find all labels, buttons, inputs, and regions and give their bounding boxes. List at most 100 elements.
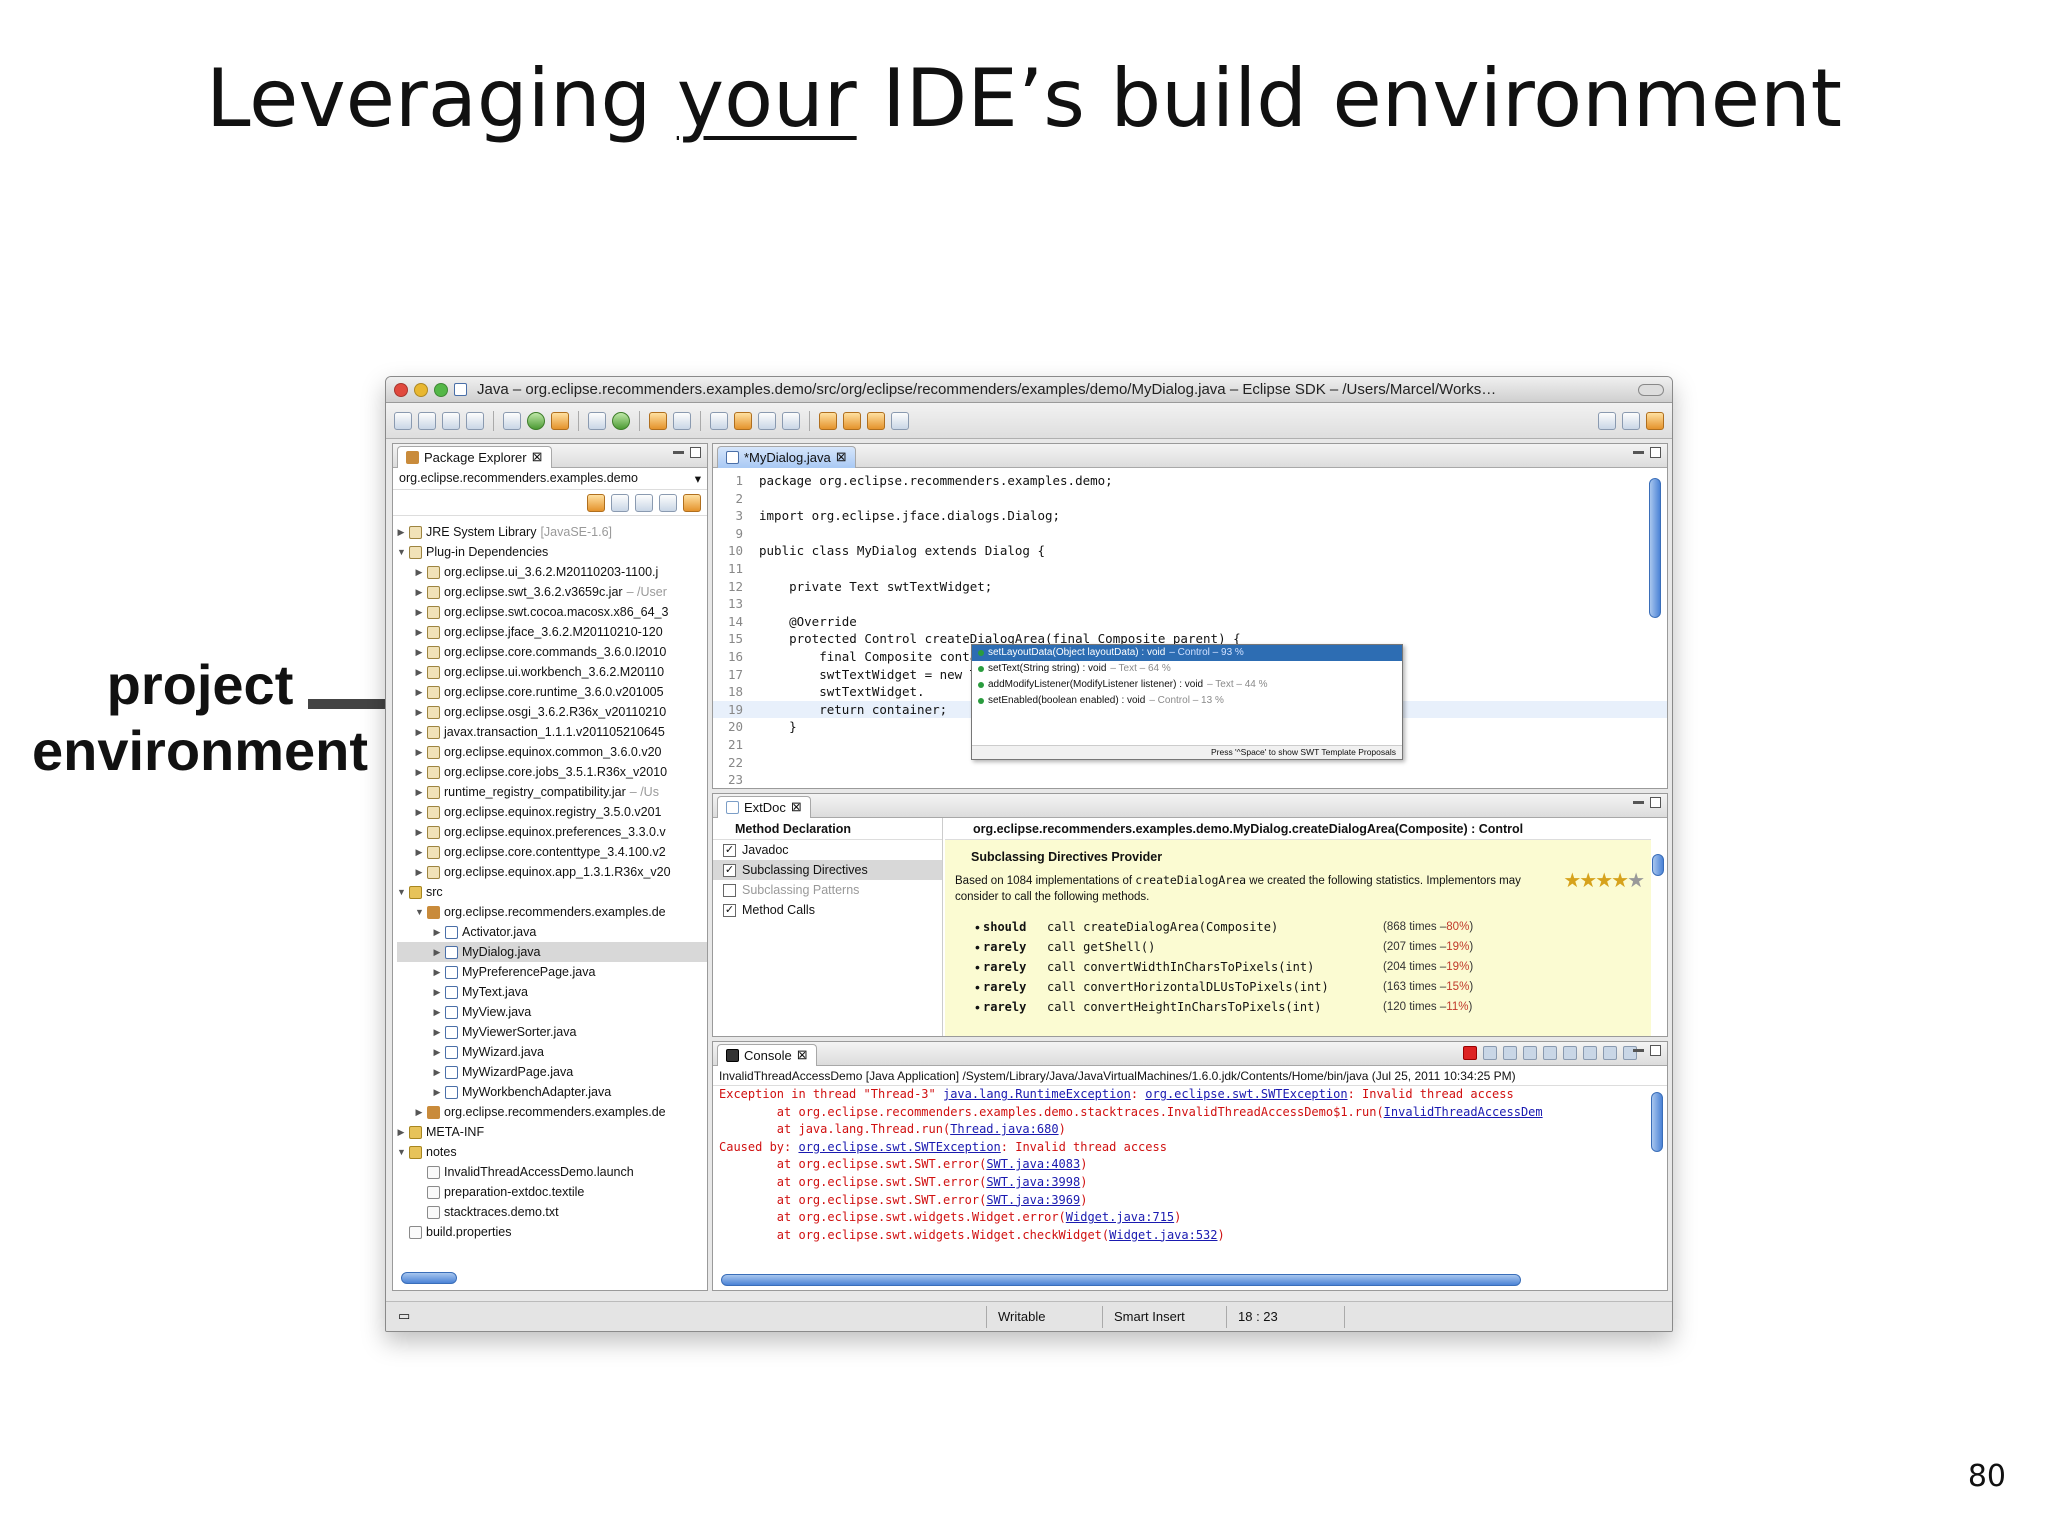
tree-item[interactable]: ▶ org.eclipse.core.jobs_3.5.1.R36x_v2010 xyxy=(397,762,707,782)
maximize-view-icon[interactable] xyxy=(1650,1045,1661,1056)
show-whitespace-icon[interactable] xyxy=(758,411,776,430)
provider-checkbox[interactable]: ✓ xyxy=(723,863,736,877)
tree-item[interactable]: ▶ META-INF xyxy=(397,1122,707,1142)
tree-item[interactable]: ▶ MyView.java xyxy=(397,1002,707,1022)
tree-item[interactable]: ▶ MyText.java xyxy=(397,982,707,1002)
provider-checkbox[interactable]: ✓ xyxy=(723,903,736,917)
expand-toggle-icon[interactable]: ▶ xyxy=(433,922,441,942)
stacktrace-link[interactable]: Widget.java:715 xyxy=(1066,1210,1174,1224)
vertical-scrollbar[interactable] xyxy=(1649,478,1661,618)
link-with-editor-icon[interactable] xyxy=(635,493,653,512)
minimize-view-icon[interactable] xyxy=(1633,1049,1644,1052)
run-icon[interactable] xyxy=(527,411,545,430)
word-wrap-icon[interactable] xyxy=(1563,1046,1577,1060)
stacktrace-link[interactable]: InvalidThreadAccessDem xyxy=(1384,1105,1543,1119)
scroll-lock-icon[interactable] xyxy=(1543,1046,1557,1060)
expand-toggle-icon[interactable]: ▼ xyxy=(397,542,406,562)
expand-toggle-icon[interactable]: ▶ xyxy=(415,562,423,582)
print-icon[interactable] xyxy=(466,411,484,430)
stacktrace-link[interactable]: SWT.java:4083 xyxy=(986,1157,1080,1171)
expand-toggle-icon[interactable]: ▼ xyxy=(397,882,406,902)
tab-console[interactable]: Console ⊠ xyxy=(717,1043,817,1066)
expand-toggle-icon[interactable]: ▶ xyxy=(433,1082,441,1102)
rating-stars[interactable]: ★★★★★ xyxy=(1563,868,1645,893)
toolbar-toggle-button[interactable] xyxy=(1638,383,1664,396)
autocomplete-item[interactable]: addModifyListener(ModifyListener listene… xyxy=(972,677,1402,693)
java-perspective-icon[interactable] xyxy=(1646,411,1664,430)
expand-toggle-icon[interactable]: ▼ xyxy=(415,902,424,922)
tree-item[interactable]: ▶ org.eclipse.core.runtime_3.6.0.v201005 xyxy=(397,682,707,702)
terminate-icon[interactable] xyxy=(1463,1046,1477,1060)
debug-icon[interactable] xyxy=(503,411,521,430)
tree-item[interactable]: ▶ org.eclipse.swt.cocoa.macosx.x86_64_3 xyxy=(397,602,707,622)
expand-toggle-icon[interactable]: ▶ xyxy=(433,1022,441,1042)
provider-item[interactable]: ✓ Subclassing Directives xyxy=(713,860,942,880)
tree-item[interactable]: ▶ JRE System Library [JavaSE-1.6] xyxy=(397,522,707,542)
tree-item[interactable]: ▼ src xyxy=(397,882,707,902)
star-icon[interactable]: ★ xyxy=(1563,870,1581,892)
tree-item[interactable]: ▶ org.eclipse.ui.workbench_3.6.2.M20110 xyxy=(397,662,707,682)
close-window-button[interactable] xyxy=(394,382,408,397)
tree-item[interactable]: ▶ org.eclipse.jface_3.6.2.M20110210-120 xyxy=(397,622,707,642)
tree-item[interactable]: InvalidThreadAccessDemo.launch xyxy=(397,1162,707,1182)
minimize-window-button[interactable] xyxy=(414,382,428,397)
tree-item[interactable]: build.properties xyxy=(397,1222,707,1242)
close-icon[interactable]: ⊠ xyxy=(836,449,847,465)
close-icon[interactable]: ⊠ xyxy=(532,449,543,465)
tree-item[interactable]: ▶ org.eclipse.recommenders.examples.de xyxy=(397,1102,707,1122)
horizontal-scrollbar[interactable] xyxy=(721,1274,1521,1286)
view-menu-icon[interactable] xyxy=(683,493,701,512)
tree-item[interactable]: ▶ org.eclipse.equinox.common_3.6.0.v20 xyxy=(397,742,707,762)
provider-checkbox[interactable] xyxy=(723,883,736,897)
autocomplete-item[interactable]: setText(String string) : void – Text – 6… xyxy=(972,661,1402,677)
expand-toggle-icon[interactable]: ▶ xyxy=(415,582,423,602)
debug-perspective-icon[interactable] xyxy=(1622,411,1640,430)
tree-item[interactable]: ▶ javax.transaction_1.1.1.v201105210645 xyxy=(397,722,707,742)
tree-item[interactable]: ▶ org.eclipse.equinox.preferences_3.3.0.v xyxy=(397,822,707,842)
maximize-view-icon[interactable] xyxy=(690,447,701,458)
provider-item[interactable]: Subclassing Patterns xyxy=(713,880,942,900)
expand-toggle-icon[interactable]: ▶ xyxy=(415,742,423,762)
tree-item[interactable]: ▼ Plug-in Dependencies xyxy=(397,542,707,562)
star-icon[interactable]: ★ xyxy=(1627,870,1645,892)
save-all-icon[interactable] xyxy=(442,411,460,430)
horizontal-scrollbar[interactable] xyxy=(401,1272,457,1284)
expand-toggle-icon[interactable]: ▶ xyxy=(433,1062,441,1082)
tree-item[interactable]: ▶ org.eclipse.core.contenttype_3.4.100.v2 xyxy=(397,842,707,862)
expand-toggle-icon[interactable]: ▼ xyxy=(397,1142,406,1162)
next-annotation-icon[interactable] xyxy=(819,411,837,430)
expand-toggle-icon[interactable]: ▶ xyxy=(397,522,405,542)
expand-toggle-icon[interactable]: ▶ xyxy=(415,622,423,642)
star-icon[interactable]: ★ xyxy=(1579,870,1597,892)
stacktrace-link[interactable]: SWT.java:3969 xyxy=(986,1193,1080,1207)
minimize-view-icon[interactable] xyxy=(1633,801,1644,804)
expand-toggle-icon[interactable]: ▶ xyxy=(415,642,423,662)
tab-mydialog-java[interactable]: *MyDialog.java ⊠ xyxy=(717,445,856,468)
close-icon[interactable]: ⊠ xyxy=(797,1047,808,1063)
vertical-scrollbar[interactable] xyxy=(1652,854,1664,876)
expand-toggle-icon[interactable]: ▶ xyxy=(415,842,423,862)
stacktrace-link[interactable]: org.eclipse.swt.SWTException xyxy=(1145,1087,1347,1101)
minimize-view-icon[interactable] xyxy=(673,451,684,454)
new-java-package-icon[interactable] xyxy=(588,411,606,430)
stacktrace-link[interactable]: SWT.java:3998 xyxy=(986,1175,1080,1189)
expand-toggle-icon[interactable]: ▶ xyxy=(433,962,441,982)
tree-item[interactable]: ▶ MyWorkbenchAdapter.java xyxy=(397,1082,707,1102)
new-java-class-icon[interactable] xyxy=(612,411,630,430)
expand-toggle-icon[interactable]: ▶ xyxy=(415,662,423,682)
external-tools-icon[interactable] xyxy=(551,411,569,430)
maximize-view-icon[interactable] xyxy=(1650,797,1661,808)
expand-toggle-icon[interactable]: ▶ xyxy=(415,682,423,702)
remove-launch-icon[interactable] xyxy=(1483,1046,1497,1060)
open-perspective-icon[interactable] xyxy=(1598,411,1616,430)
tree-item[interactable]: ▼ notes xyxy=(397,1142,707,1162)
toggle-highlight-icon[interactable] xyxy=(734,411,752,430)
provider-item[interactable]: ✓ Javadoc xyxy=(713,840,942,860)
toggle-mark-occurrences-icon[interactable] xyxy=(710,411,728,430)
expand-toggle-icon[interactable]: ▶ xyxy=(433,1042,441,1062)
expand-toggle-icon[interactable]: ▶ xyxy=(415,722,423,742)
tree-item[interactable]: preparation-extdoc.textile xyxy=(397,1182,707,1202)
previous-annotation-icon[interactable] xyxy=(843,411,861,430)
expand-toggle-icon[interactable]: ▶ xyxy=(415,862,423,882)
tree-item[interactable]: ▶ org.eclipse.osgi_3.6.2.R36x_v20110210 xyxy=(397,702,707,722)
